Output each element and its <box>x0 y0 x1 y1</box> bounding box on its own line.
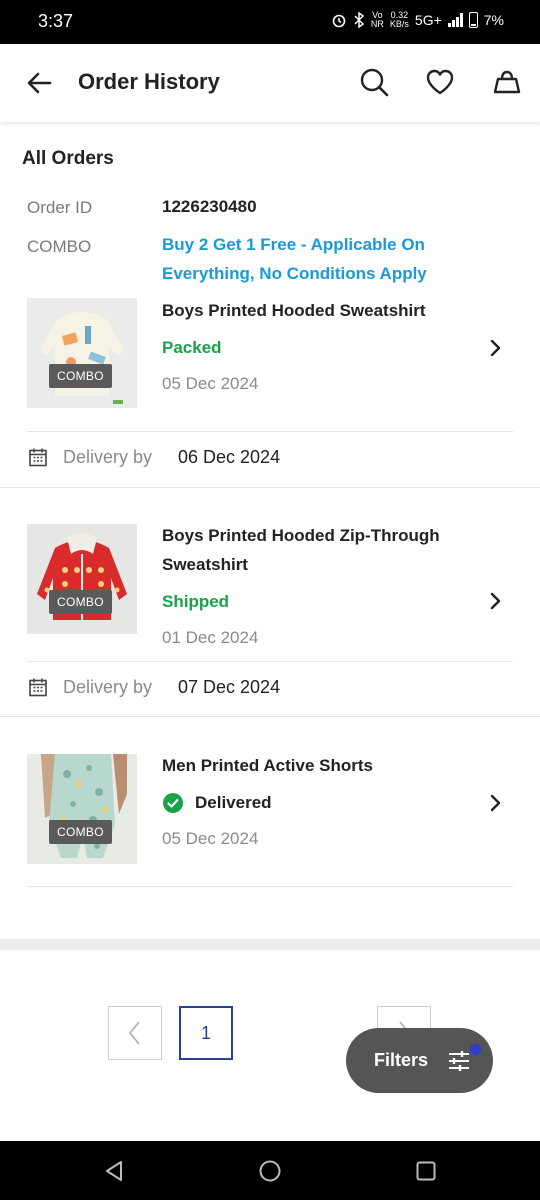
alarm-icon <box>332 14 346 28</box>
status-time: 3:37 <box>38 11 74 31</box>
nav-recents-icon[interactable] <box>414 1159 438 1183</box>
bag-icon[interactable] <box>491 66 523 98</box>
net-speed: 0.32 KB/s <box>390 11 409 29</box>
offer-text: Buy 2 Get 1 Free - Applicable On Everyth… <box>162 235 427 283</box>
combo-label: COMBO <box>27 237 92 256</box>
chevron-right-icon[interactable] <box>485 591 505 611</box>
product-image <box>27 524 137 634</box>
product-image <box>27 754 137 864</box>
chevron-right-icon[interactable] <box>485 338 505 358</box>
system-nav-bar <box>0 1141 540 1200</box>
signal-icon <box>447 13 463 27</box>
item-date: 05 Dec 2024 <box>162 829 259 848</box>
status-icons: Vo NR 0.32 KB/s 5G+ 7% <box>331 11 504 29</box>
section-title: All Orders <box>22 148 114 169</box>
prev-page-button[interactable] <box>108 1006 162 1060</box>
calendar-icon <box>29 678 47 697</box>
product-thumbnail[interactable]: COMBO <box>27 754 137 864</box>
filters-label: Filters <box>374 1050 429 1070</box>
nav-home-icon[interactable] <box>258 1159 282 1183</box>
item-status: Shipped <box>162 592 230 611</box>
order-id-value: 1226230480 <box>162 197 257 216</box>
product-thumbnail[interactable]: COMBO <box>27 524 137 634</box>
status-bar: 3:37 Vo NR 0.32 KB/s 5G+ 7% <box>0 0 540 44</box>
network-type: 5G+ <box>414 12 442 28</box>
divider <box>27 661 513 662</box>
combo-tag: COMBO <box>49 820 112 844</box>
page-number-button[interactable]: 1 <box>179 1006 233 1060</box>
battery-percent: 7% <box>483 12 504 28</box>
item-date: 01 Dec 2024 <box>162 628 259 647</box>
back-arrow-icon[interactable] <box>24 68 54 98</box>
calendar-icon <box>29 448 47 467</box>
divider <box>0 487 540 488</box>
item-status: Delivered <box>195 793 272 812</box>
delivery-date: 07 Dec 2024 <box>178 677 281 697</box>
battery-icon <box>468 12 478 28</box>
filter-active-dot <box>470 1044 481 1055</box>
item-status: Packed <box>162 338 222 357</box>
item-name[interactable]: Men Printed Active Shorts <box>162 751 482 780</box>
volte-icon: Vo NR <box>370 10 384 29</box>
page-title: Order History <box>78 69 220 94</box>
delivery-label: Delivery by <box>63 447 153 467</box>
product-image <box>27 298 137 408</box>
combo-tag: COMBO <box>49 364 112 388</box>
section-separator <box>0 939 540 950</box>
item-date: 05 Dec 2024 <box>162 374 259 393</box>
search-icon[interactable] <box>358 66 390 98</box>
item-name[interactable]: Boys Printed Hooded Sweatshirt <box>162 296 482 325</box>
app-bar: Order History <box>0 44 540 122</box>
delivery-date: 06 Dec 2024 <box>178 447 281 467</box>
net-speed-unit: KB/s <box>389 19 409 29</box>
heart-icon[interactable] <box>424 66 456 98</box>
filters-button[interactable]: Filters <box>346 1028 493 1093</box>
check-circle-icon <box>163 793 183 813</box>
divider <box>27 431 513 432</box>
combo-tag: COMBO <box>49 590 112 614</box>
nav-back-icon[interactable] <box>102 1159 126 1183</box>
product-thumbnail[interactable]: COMBO <box>27 298 137 408</box>
item-name[interactable]: Boys Printed Hooded Zip-Through Sweatshi… <box>162 521 482 579</box>
order-id-label: Order ID <box>27 198 93 217</box>
divider <box>27 886 513 887</box>
chevron-left-icon <box>128 1021 140 1045</box>
bluetooth-icon <box>354 12 365 28</box>
divider <box>0 716 540 717</box>
chevron-right-icon[interactable] <box>485 793 505 813</box>
delivery-label: Delivery by <box>63 677 153 697</box>
sliders-icon <box>449 1051 469 1071</box>
